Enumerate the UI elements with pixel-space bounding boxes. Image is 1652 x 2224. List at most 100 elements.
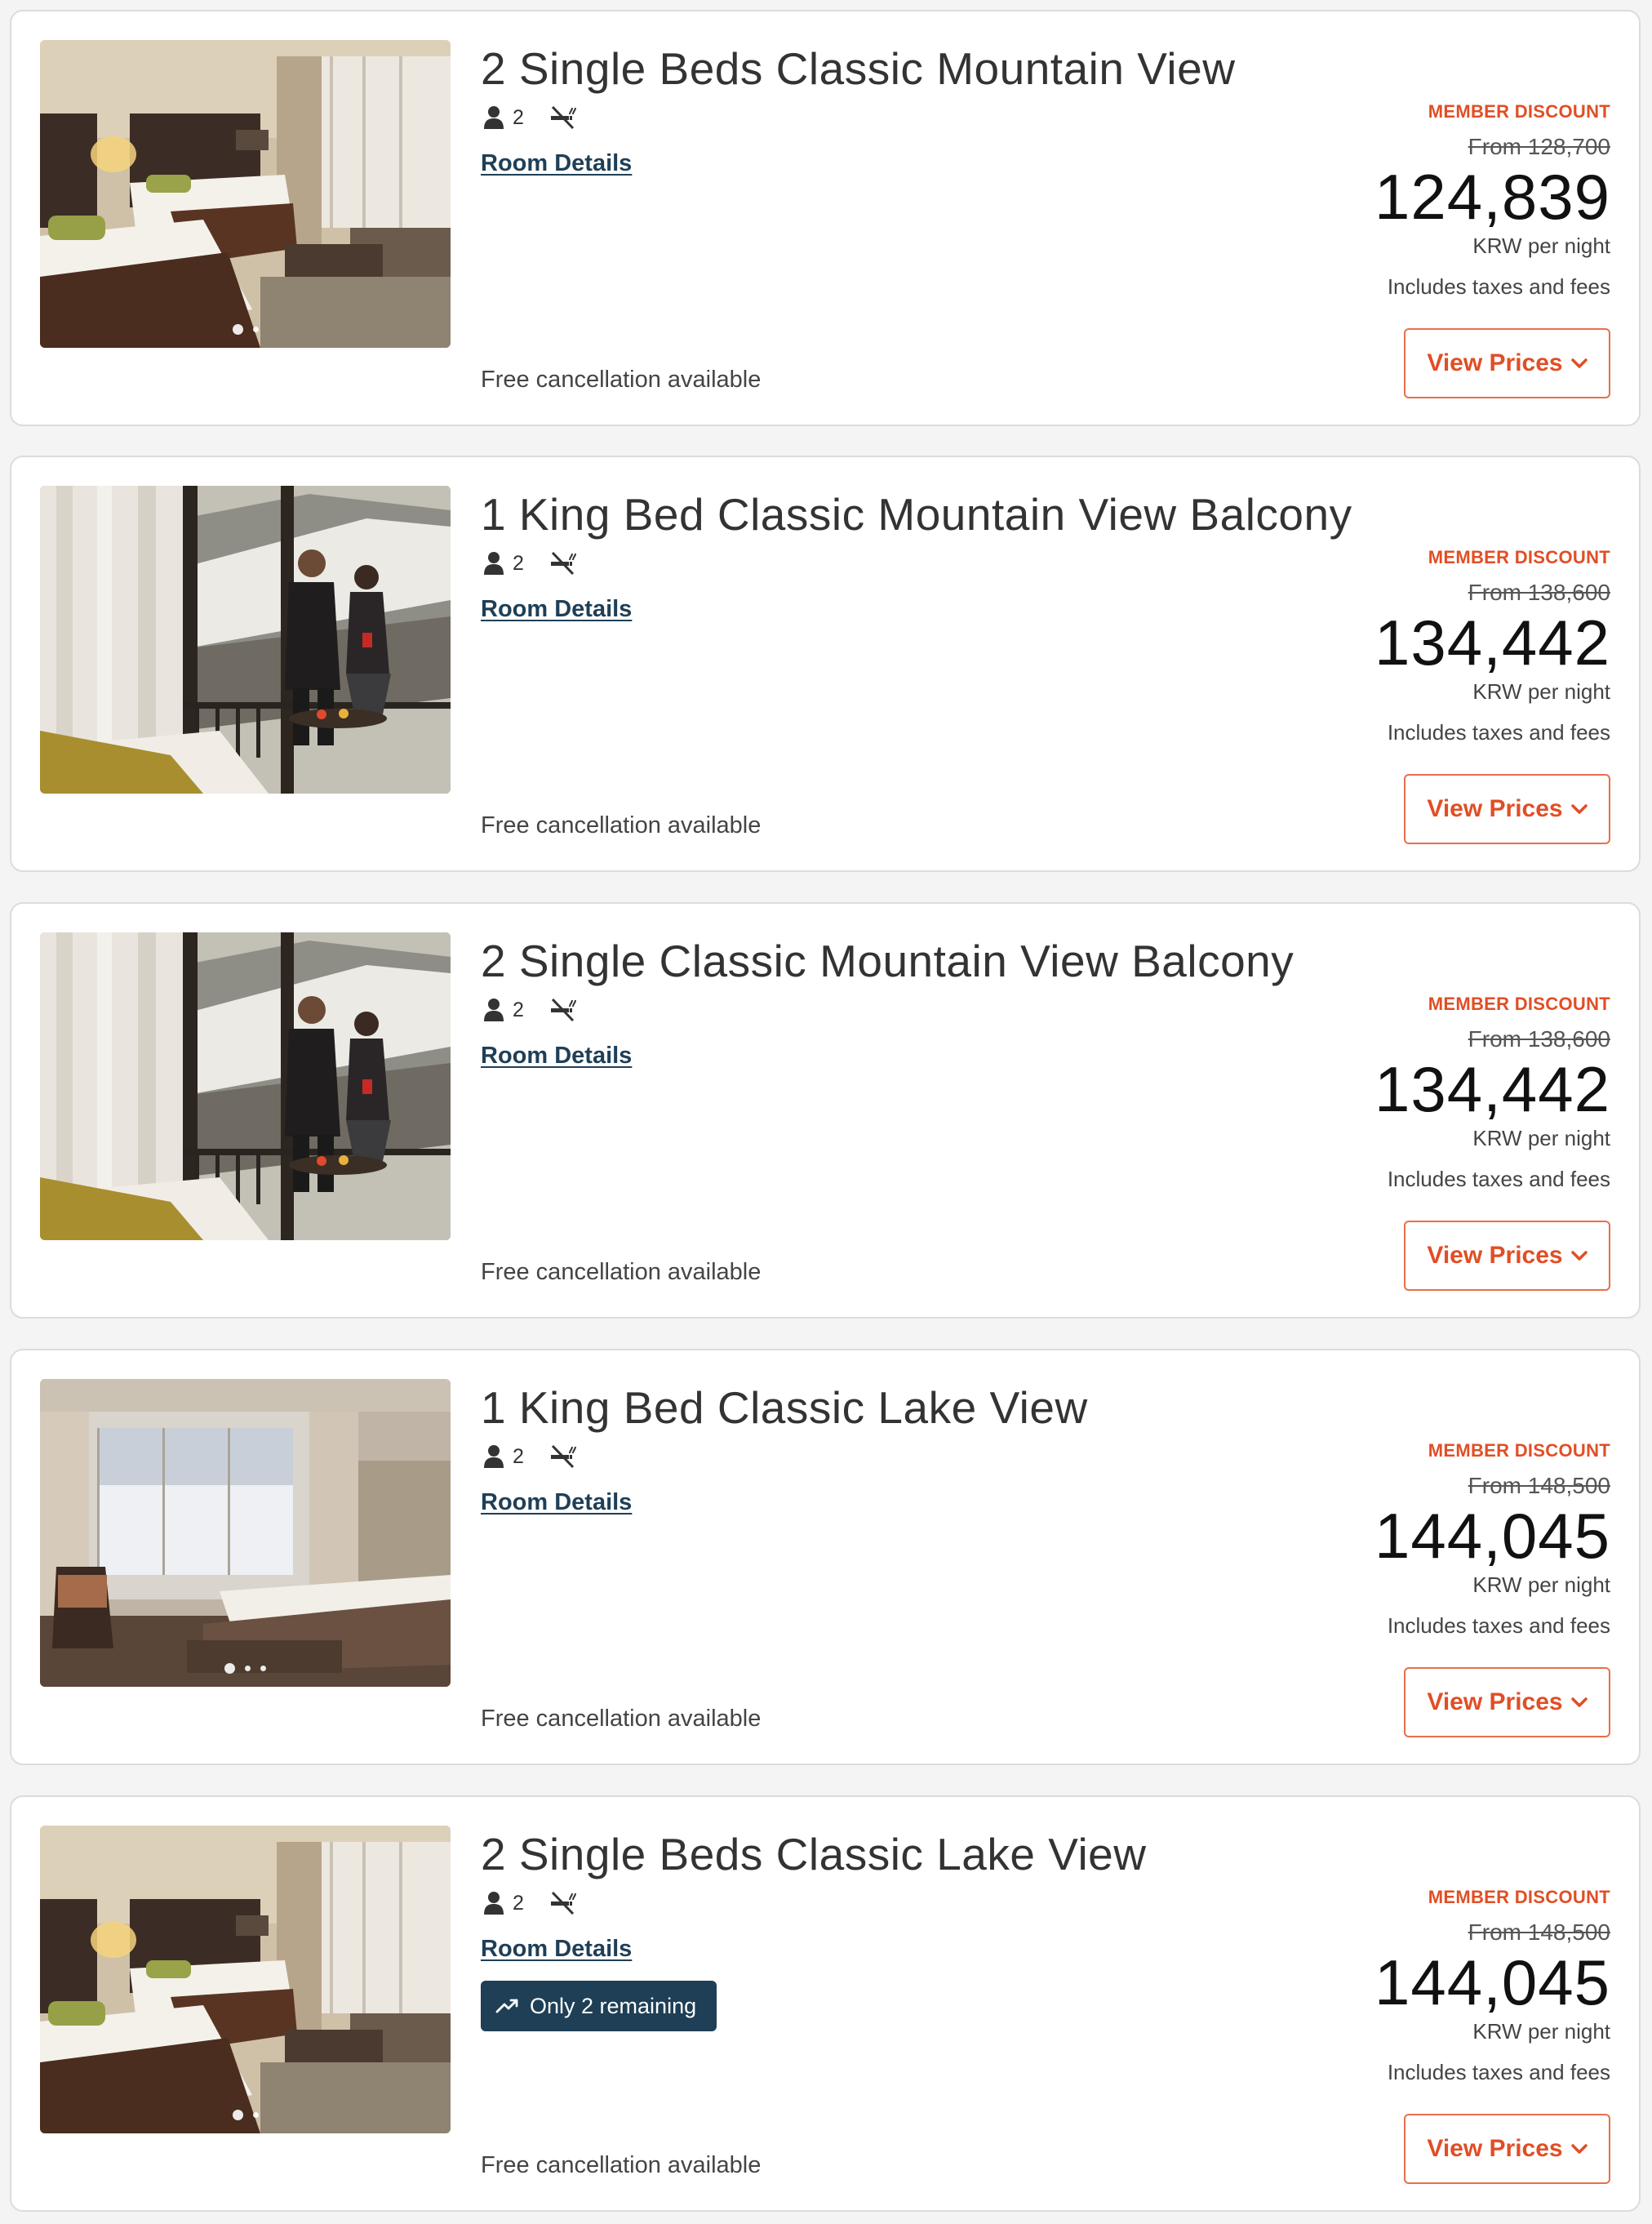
room-amenities: 2 (483, 1442, 576, 1471)
price: 144,045 (1374, 1946, 1610, 2018)
view-prices-label: View Prices (1427, 1688, 1563, 1715)
room-list: 2 Single Beds Classic Mountain View 2 Room… (0, 0, 1652, 2224)
room-details-link[interactable]: Room Details (481, 596, 632, 623)
taxes-note: Includes taxes and fees (1387, 2060, 1610, 2084)
carousel-dot[interactable] (252, 327, 259, 332)
price: 134,442 (1374, 1053, 1610, 1125)
room-details-link[interactable]: Room Details (481, 1043, 632, 1070)
room-amenities: 2 (483, 103, 576, 132)
room-photo[interactable] (40, 1379, 451, 1687)
availability-badge-text: Only 2 remaining (530, 1993, 697, 2018)
carousel-dot[interactable] (232, 324, 243, 335)
original-price: From 138,600 (1468, 1026, 1610, 1052)
no-smoking-icon (548, 1444, 576, 1469)
price-block: MEMBER DISCOUNT From 138,600 134,442 KRW pe… (1121, 992, 1610, 1193)
view-prices-button[interactable]: View Prices (1404, 774, 1610, 844)
carousel-dots (40, 1663, 451, 1674)
no-smoking-icon (548, 105, 576, 130)
no-smoking-icon (548, 998, 576, 1022)
carousel-dot[interactable] (224, 1663, 235, 1674)
view-prices-label: View Prices (1427, 795, 1563, 822)
person-icon (483, 1891, 504, 1915)
room-amenities: 2 (483, 549, 576, 578)
price: 124,839 (1374, 161, 1610, 233)
room-amenities: 2 (483, 995, 576, 1025)
original-price: From 148,500 (1468, 1919, 1610, 1945)
member-discount-label: MEMBER DISCOUNT (1428, 1440, 1610, 1461)
cancellation-policy: Free cancellation available (481, 1259, 762, 1285)
price-unit: KRW per night (1472, 679, 1610, 704)
carousel-dots (40, 324, 451, 335)
member-discount-label: MEMBER DISCOUNT (1428, 547, 1610, 567)
member-discount-label: MEMBER DISCOUNT (1428, 1887, 1610, 1907)
view-prices-button[interactable]: View Prices (1404, 2114, 1610, 2184)
room-card: 2 Single Beds Classic Mountain View 2 Room… (10, 10, 1641, 426)
guest-count: 2 (513, 1891, 524, 1915)
cancellation-policy: Free cancellation available (481, 812, 762, 838)
view-prices-button[interactable]: View Prices (1404, 328, 1610, 398)
view-prices-label: View Prices (1427, 2135, 1563, 2162)
room-title: 2 Single Beds Classic Mountain View (481, 43, 1236, 94)
price-block: MEMBER DISCOUNT From 148,500 144,045 KRW pe… (1121, 1885, 1610, 2086)
room-photo[interactable] (40, 932, 451, 1240)
no-smoking-icon (548, 551, 576, 576)
view-prices-button[interactable]: View Prices (1404, 1667, 1610, 1737)
room-photo[interactable] (40, 40, 451, 348)
taxes-note: Includes taxes and fees (1387, 1613, 1610, 1638)
carousel-dot[interactable] (260, 1666, 266, 1671)
view-prices-label: View Prices (1427, 1242, 1563, 1269)
room-title: 1 King Bed Classic Lake View (481, 1382, 1088, 1433)
person-icon (483, 1444, 504, 1469)
taxes-note: Includes taxes and fees (1387, 720, 1610, 745)
trending-up-icon (495, 1999, 518, 2013)
chevron-down-icon (1570, 804, 1588, 814)
guest-count: 2 (513, 1444, 524, 1468)
room-title: 2 Single Beds Classic Lake View (481, 1829, 1147, 1879)
availability-badge: Only 2 remaining (481, 1981, 717, 2031)
price-unit: KRW per night (1472, 234, 1610, 258)
room-amenities: 2 (483, 1888, 576, 1918)
carousel-dots (40, 2110, 451, 2120)
price-block: MEMBER DISCOUNT From 148,500 144,045 KRW pe… (1121, 1439, 1610, 1639)
guest-count: 2 (513, 105, 524, 129)
cancellation-policy: Free cancellation available (481, 367, 762, 393)
room-details-link[interactable]: Room Details (481, 150, 632, 177)
person-icon (483, 105, 504, 130)
person-icon (483, 551, 504, 576)
price-unit: KRW per night (1472, 1126, 1610, 1150)
chevron-down-icon (1570, 1251, 1588, 1261)
price-unit: KRW per night (1472, 2019, 1610, 2044)
carousel-dot[interactable] (252, 2112, 259, 2118)
original-price: From 148,500 (1468, 1473, 1610, 1498)
room-title: 2 Single Classic Mountain View Balcony (481, 936, 1295, 986)
view-prices-label: View Prices (1427, 349, 1563, 376)
room-photo[interactable] (40, 486, 451, 794)
carousel-dot[interactable] (245, 1666, 251, 1671)
member-discount-label: MEMBER DISCOUNT (1428, 101, 1610, 122)
chevron-down-icon (1570, 2144, 1588, 2154)
room-photo[interactable] (40, 1826, 451, 2133)
person-icon (483, 998, 504, 1022)
original-price: From 128,700 (1468, 134, 1610, 159)
cancellation-policy: Free cancellation available (481, 1706, 762, 1732)
carousel-dot[interactable] (232, 2110, 243, 2120)
price: 144,045 (1374, 1500, 1610, 1572)
room-details-link[interactable]: Room Details (481, 1936, 632, 1963)
room-details-link[interactable]: Room Details (481, 1489, 632, 1516)
guest-count: 2 (513, 998, 524, 1021)
room-card: 1 King Bed Classic Mountain View Balcony… (10, 456, 1641, 872)
price-block: MEMBER DISCOUNT From 128,700 124,839 KRW pe… (1121, 100, 1610, 300)
cancellation-policy: Free cancellation available (481, 2152, 762, 2178)
member-discount-label: MEMBER DISCOUNT (1428, 994, 1610, 1014)
taxes-note: Includes taxes and fees (1387, 274, 1610, 299)
room-card: 2 Single Beds Classic Lake View 2 Room Det… (10, 1795, 1641, 2212)
chevron-down-icon (1570, 1697, 1588, 1707)
price: 134,442 (1374, 607, 1610, 678)
chevron-down-icon (1570, 358, 1588, 368)
room-title: 1 King Bed Classic Mountain View Balcony (481, 489, 1352, 540)
guest-count: 2 (513, 551, 524, 575)
room-card: 2 Single Classic Mountain View Balcony 2 R… (10, 902, 1641, 1319)
original-price: From 138,600 (1468, 580, 1610, 605)
view-prices-button[interactable]: View Prices (1404, 1221, 1610, 1291)
price-block: MEMBER DISCOUNT From 138,600 134,442 KRW pe… (1121, 545, 1610, 746)
